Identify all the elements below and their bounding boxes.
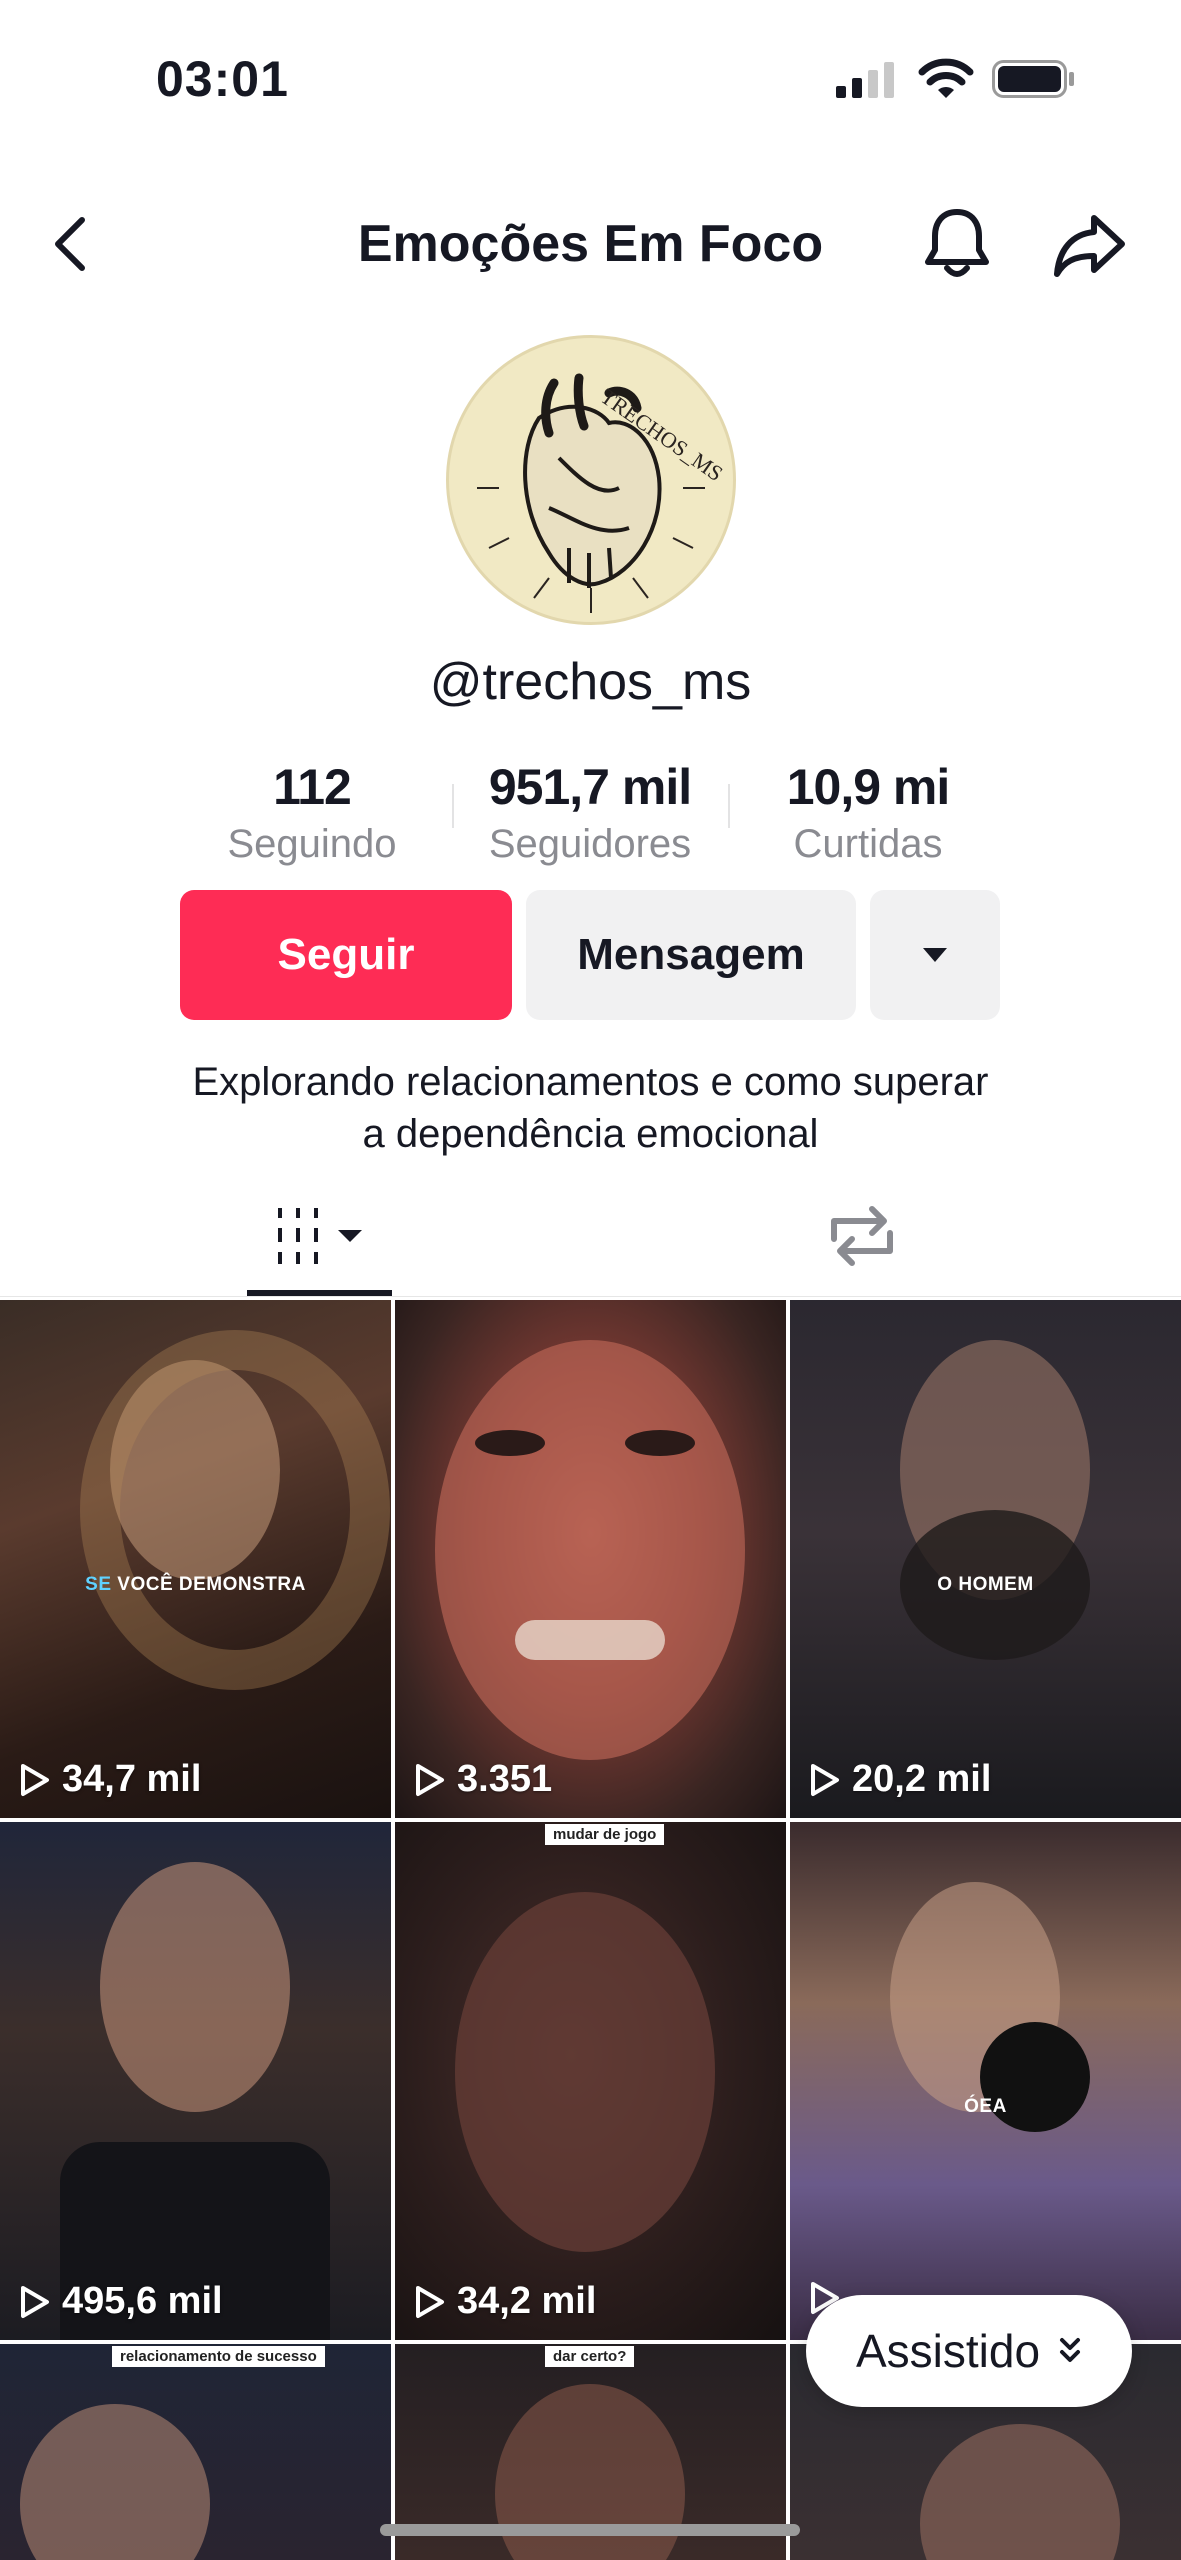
page-title: Emoções Em Foco [357, 215, 824, 273]
play-icon [416, 2285, 444, 2318]
stats-divider [452, 784, 454, 828]
view-count-text: 3.351 [457, 1758, 553, 1800]
likes-count: 10,9 mi [786, 759, 951, 815]
follow-button[interactable]: Seguir [180, 890, 512, 1020]
play-icon [21, 1763, 49, 1796]
video-thumbnail[interactable]: SE VOCÊ DEMONSTRA 34,7 mil [0, 1300, 391, 1818]
avatar[interactable]: TRECHOS_MS [446, 335, 736, 625]
likes-label: Curtidas [793, 822, 943, 866]
bio-line-1: Explorando relacionamentos e como supera… [192, 1060, 989, 1104]
following-count[interactable]: 112 [182, 758, 442, 816]
home-indicator[interactable] [380, 2524, 800, 2536]
view-count-text: 34,7 mil [62, 1758, 202, 1800]
view-count-text: 495,6 mil [62, 2280, 223, 2322]
video-thumbnail[interactable]: 3.351 [395, 1300, 786, 1818]
stats-divider [728, 784, 730, 828]
caret-down-icon [923, 948, 947, 962]
video-thumbnail[interactable]: O HOMEM 20,2 mil [790, 1300, 1181, 1818]
video-caption: SE VOCÊ DEMONSTRA [0, 1574, 391, 1596]
video-thumbnail[interactable]: ÓEA [790, 1822, 1181, 2340]
view-count: 34,7 mil [16, 1758, 201, 1801]
bio: Explorando relacionamentos e como supera… [0, 1056, 1181, 1160]
following-label[interactable]: Seguindo [182, 822, 442, 867]
watched-filter-button[interactable]: Assistido [806, 2295, 1132, 2407]
view-count-text: 20,2 mil [852, 1758, 992, 1800]
view-count: 495,6 mil [16, 2280, 223, 2323]
play-icon [811, 1763, 839, 1796]
wifi-icon [918, 58, 974, 98]
tab-separator [0, 1296, 1181, 1297]
video-top-tag: dar certo? [545, 2346, 635, 2367]
view-count: 34,2 mil [411, 2280, 596, 2323]
bell-icon[interactable] [922, 206, 992, 280]
play-icon [21, 2285, 49, 2318]
videos-tab-icon[interactable] [276, 1206, 366, 1266]
share-icon[interactable] [1052, 212, 1128, 278]
video-thumbnail[interactable]: mudar de jogo 34,2 mil [395, 1822, 786, 2340]
username: @trechos_ms [429, 653, 752, 711]
view-count: 20,2 mil [806, 1758, 991, 1801]
view-count: 3.351 [411, 1758, 552, 1801]
video-thumbnail[interactable]: 495,6 mil [0, 1822, 391, 2340]
video-top-tag: relacionamento de sucesso [112, 2346, 325, 2367]
battery-icon [992, 60, 1074, 98]
heart-illustration: TRECHOS_MS [477, 373, 728, 613]
video-top-tag: mudar de jogo [545, 1824, 665, 1845]
followers-count[interactable]: 951,7 mil [460, 758, 720, 816]
view-count-text: 34,2 mil [457, 2280, 597, 2322]
more-options-button[interactable] [870, 890, 1000, 1020]
cellular-signal-icon [836, 62, 894, 98]
play-icon [416, 1763, 444, 1796]
video-caption: ÓEA [964, 2096, 1007, 2117]
caption-highlight: SE [85, 1574, 112, 1595]
double-chevron-down-icon [1060, 2338, 1081, 2362]
message-button[interactable]: Mensagem [526, 890, 856, 1020]
watched-label: Assistido [855, 2325, 1041, 2377]
video-thumbnail[interactable]: relacionamento de sucesso [0, 2344, 391, 2560]
bio-line-2: a dependência emocional [362, 1112, 819, 1156]
video-caption: O HOMEM [937, 1574, 1034, 1595]
followers-label[interactable]: Seguidores [460, 822, 720, 867]
status-time: 03:01 [156, 51, 289, 107]
repost-tab-icon[interactable] [826, 1203, 898, 1269]
caption-text: VOCÊ DEMONSTRA [111, 1574, 306, 1595]
